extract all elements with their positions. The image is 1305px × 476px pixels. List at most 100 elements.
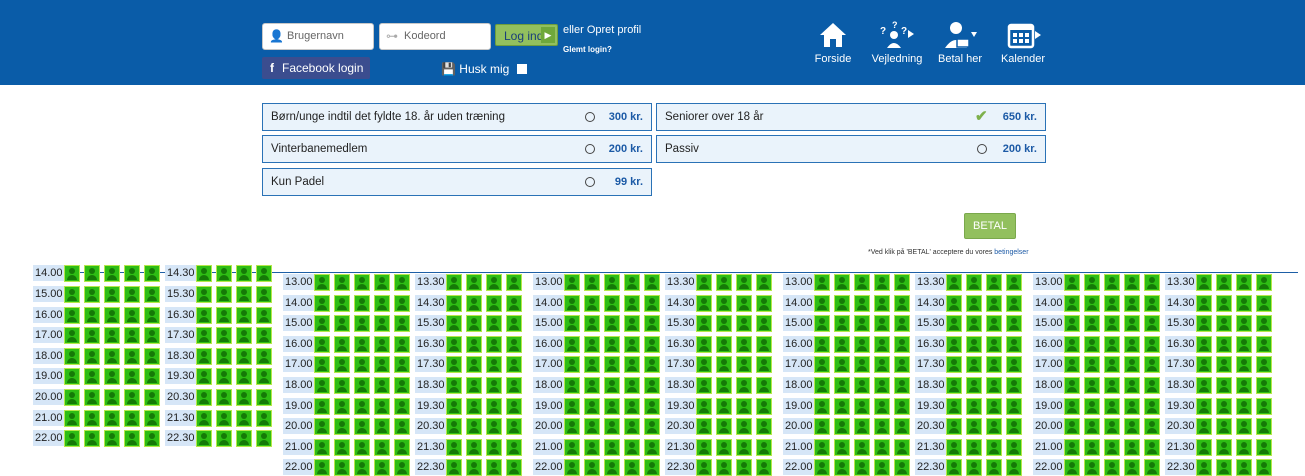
court-slot[interactable] [1256,274,1272,291]
court-slot[interactable] [216,430,232,447]
court-slot[interactable] [736,295,752,312]
court-slot[interactable] [736,398,752,415]
court-slot[interactable] [604,377,620,394]
court-slot[interactable] [604,274,620,291]
court-slot[interactable] [196,348,212,365]
court-slot[interactable] [756,356,772,373]
court-slot[interactable] [1196,315,1212,332]
court-slot[interactable] [986,418,1002,435]
court-slot[interactable] [1104,459,1120,476]
court-slot[interactable] [894,356,910,373]
court-slot[interactable] [144,286,160,303]
court-slot[interactable] [1124,356,1140,373]
court-slot[interactable] [604,439,620,456]
court-slot[interactable] [1196,377,1212,394]
court-slot[interactable] [564,295,580,312]
court-slot[interactable] [1064,377,1080,394]
court-slot[interactable] [84,389,100,406]
court-slot[interactable] [874,274,890,291]
court-slot[interactable] [256,286,272,303]
court-slot[interactable] [486,336,502,353]
court-slot[interactable] [986,274,1002,291]
court-slot[interactable] [1124,377,1140,394]
court-slot[interactable] [834,439,850,456]
court-slot[interactable] [644,295,660,312]
court-slot[interactable] [1006,295,1022,312]
court-slot[interactable] [1236,398,1252,415]
court-slot[interactable] [854,459,870,476]
court-slot[interactable] [196,327,212,344]
court-slot[interactable] [104,389,120,406]
court-slot[interactable] [1216,418,1232,435]
court-slot[interactable] [736,459,752,476]
court-slot[interactable] [584,459,600,476]
court-slot[interactable] [946,315,962,332]
court-slot[interactable] [894,459,910,476]
court-slot[interactable] [196,286,212,303]
court-slot[interactable] [64,389,80,406]
court-slot[interactable] [334,315,350,332]
court-slot[interactable] [394,356,410,373]
court-slot[interactable] [696,274,712,291]
court-slot[interactable] [354,315,370,332]
court-slot[interactable] [1124,439,1140,456]
court-slot[interactable] [716,398,732,415]
court-slot[interactable] [354,459,370,476]
court-slot[interactable] [604,336,620,353]
court-slot[interactable] [394,439,410,456]
court-slot[interactable] [696,459,712,476]
court-slot[interactable] [1006,377,1022,394]
court-slot[interactable] [696,356,712,373]
court-slot[interactable] [1216,356,1232,373]
radio-button[interactable] [585,144,595,154]
court-slot[interactable] [486,439,502,456]
court-slot[interactable] [124,327,140,344]
court-slot[interactable] [624,356,640,373]
court-slot[interactable] [1236,336,1252,353]
password-input[interactable]: ⊶ Kodeord [379,23,491,50]
court-slot[interactable] [236,286,252,303]
court-slot[interactable] [124,286,140,303]
court-slot[interactable] [374,356,390,373]
court-slot[interactable] [986,356,1002,373]
court-slot[interactable] [394,295,410,312]
court-slot[interactable] [124,410,140,427]
court-slot[interactable] [564,336,580,353]
court-slot[interactable] [486,418,502,435]
court-slot[interactable] [1006,398,1022,415]
court-slot[interactable] [1084,315,1100,332]
court-slot[interactable] [334,439,350,456]
court-slot[interactable] [874,356,890,373]
court-slot[interactable] [256,368,272,385]
court-slot[interactable] [604,315,620,332]
court-slot[interactable] [446,274,462,291]
court-slot[interactable] [736,418,752,435]
court-slot[interactable] [986,336,1002,353]
court-slot[interactable] [314,459,330,476]
court-slot[interactable] [196,307,212,324]
court-slot[interactable] [716,439,732,456]
court-slot[interactable] [814,295,830,312]
court-slot[interactable] [966,336,982,353]
membership-option[interactable]: Kun Padel 99 kr. [262,168,652,196]
court-slot[interactable] [716,418,732,435]
court-slot[interactable] [104,307,120,324]
court-slot[interactable] [696,398,712,415]
court-slot[interactable] [814,274,830,291]
court-slot[interactable] [466,418,482,435]
court-slot[interactable] [354,377,370,394]
court-slot[interactable] [334,356,350,373]
remember-checkbox[interactable] [516,64,527,74]
court-slot[interactable] [1084,398,1100,415]
court-slot[interactable] [986,315,1002,332]
court-slot[interactable] [1144,439,1160,456]
court-slot[interactable] [986,398,1002,415]
court-slot[interactable] [236,389,252,406]
court-slot[interactable] [1216,459,1232,476]
court-slot[interactable] [1196,274,1212,291]
court-slot[interactable] [1144,356,1160,373]
court-slot[interactable] [966,315,982,332]
court-slot[interactable] [716,295,732,312]
username-input[interactable]: 👤 Brugernavn [262,23,374,50]
court-slot[interactable] [736,356,752,373]
